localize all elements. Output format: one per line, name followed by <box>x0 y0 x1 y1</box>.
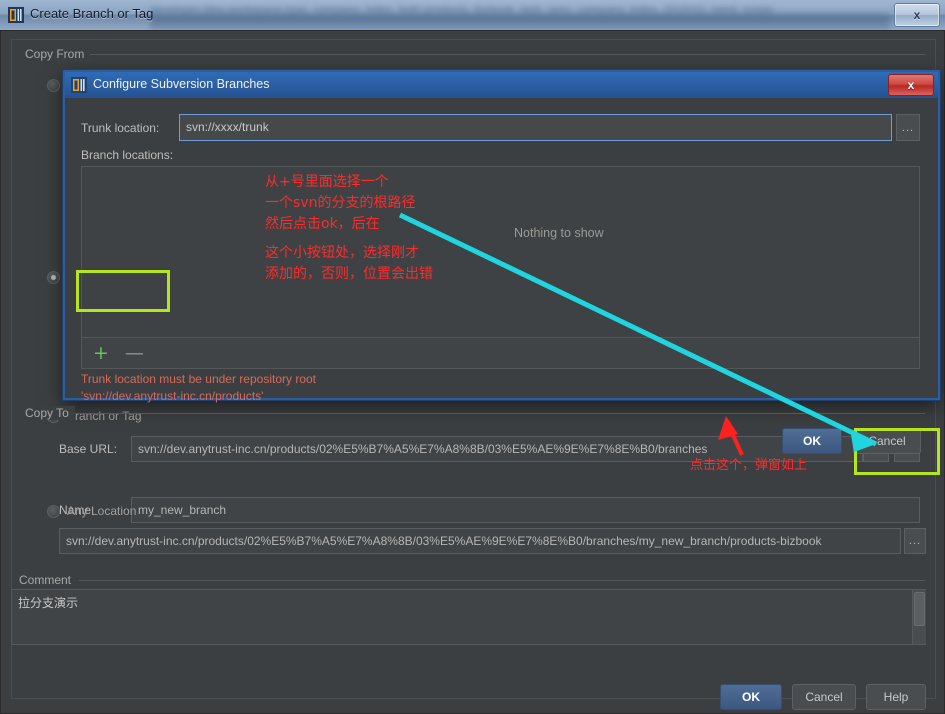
base-url-label: Base URL: <box>59 442 118 456</box>
base-url-input[interactable]: svn://dev.anytrust-inc.cn/products/02%E5… <box>131 436 863 462</box>
window-titlebar: developer.idea.workspace.type, company, … <box>0 0 945 31</box>
comment-scrollbar-thumb[interactable] <box>914 592 925 626</box>
copy-from-option-1-radio[interactable] <box>47 79 60 92</box>
dialog-body: Trunk location: svn://xxxx/trunk ... Bra… <box>65 98 938 454</box>
remove-branch-location-icon[interactable]: — <box>125 343 144 363</box>
add-branch-location-icon[interactable]: + <box>93 343 109 363</box>
highlight-box-add-remove <box>76 270 170 312</box>
any-location-radio[interactable] <box>47 505 60 518</box>
cancel-button[interactable]: Cancel <box>792 684 856 710</box>
comment-group-label: Comment <box>13 573 78 587</box>
window-title: Create Branch or Tag <box>30 6 154 21</box>
copy-from-divider <box>85 54 925 55</box>
dialog-intellij-icon <box>71 77 87 93</box>
window-close-button[interactable]: x <box>894 3 940 27</box>
trunk-location-input[interactable]: svn://xxxx/trunk <box>179 114 892 141</box>
dialog-error-line-2: 'svn://dev.anytrust-inc.cn/products' <box>81 389 264 403</box>
copy-to-divider <box>73 413 925 414</box>
branch-locations-empty-text: Nothing to show <box>514 226 604 240</box>
name-input[interactable]: my_new_branch <box>131 497 920 523</box>
trunk-location-browse-button[interactable]: ... <box>896 114 920 141</box>
copy-from-group-label: Copy From <box>19 47 91 61</box>
copy-from-option-2-radio[interactable] <box>47 271 60 284</box>
intellij-icon <box>8 7 24 23</box>
help-button[interactable]: Help <box>866 684 926 710</box>
highlight-box-dropdown <box>854 428 940 475</box>
dialog-titlebar: Configure Subversion Branches x <box>65 72 938 99</box>
copy-to-group-label: Copy To <box>19 406 75 420</box>
dialog-title: Configure Subversion Branches <box>93 77 270 91</box>
app-root: developer.idea.workspace.type, company, … <box>0 0 945 714</box>
dialog-close-button[interactable]: x <box>888 74 934 96</box>
branch-locations-label: Branch locations: <box>81 148 174 162</box>
comment-divider <box>79 580 925 581</box>
branch-locations-toolbar: + — <box>81 338 920 369</box>
branch-locations-list[interactable] <box>81 166 920 338</box>
configure-subversion-branches-dialog: Configure Subversion Branches x Trunk lo… <box>63 70 940 454</box>
trunk-location-label: Trunk location: <box>81 121 160 135</box>
comment-textarea[interactable]: 拉分支演示 <box>11 589 926 645</box>
ok-button[interactable]: OK <box>720 684 782 710</box>
window-background-blurred-text: developer.idea.workspace.type, company, … <box>150 0 890 30</box>
any-location-input[interactable]: svn://dev.anytrust-inc.cn/products/02%E5… <box>59 528 901 554</box>
dialog-error-line-1: Trunk location must be under repository … <box>81 372 317 386</box>
branch-or-tag-label: Branch or Tag <box>67 409 142 423</box>
any-location-label: Any Location <box>67 504 137 518</box>
dialog-ok-button[interactable]: OK <box>782 428 842 454</box>
any-location-browse-button[interactable]: ... <box>904 528 926 554</box>
